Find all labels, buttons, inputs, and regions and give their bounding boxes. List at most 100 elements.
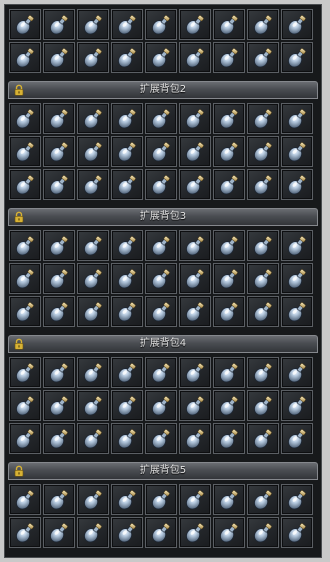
bag-header-ext4[interactable]: 扩展背包4 [8,335,318,353]
inventory-slot[interactable] [179,230,211,261]
inventory-slot[interactable] [281,357,313,388]
inventory-slot[interactable] [145,230,177,261]
inventory-slot[interactable] [9,423,41,454]
inventory-slot[interactable] [281,390,313,421]
inventory-slot[interactable] [111,42,143,73]
inventory-slot[interactable] [77,136,109,167]
inventory-slot[interactable] [247,484,279,515]
inventory-slot[interactable] [77,230,109,261]
inventory-slot[interactable] [179,169,211,200]
inventory-slot[interactable] [9,169,41,200]
inventory-slot[interactable] [111,136,143,167]
inventory-slot[interactable] [9,517,41,548]
bag-header-ext5[interactable]: 扩展背包5 [8,462,318,480]
inventory-slot[interactable] [179,484,211,515]
inventory-slot[interactable] [179,263,211,294]
inventory-slot[interactable] [281,230,313,261]
inventory-slot[interactable] [111,517,143,548]
inventory-slot[interactable] [179,517,211,548]
inventory-slot[interactable] [145,42,177,73]
inventory-slot[interactable] [9,390,41,421]
inventory-slot[interactable] [77,357,109,388]
inventory-slot[interactable] [179,296,211,327]
bag-header-ext3[interactable]: 扩展背包3 [8,208,318,226]
inventory-slot[interactable] [77,9,109,40]
inventory-slot[interactable] [111,103,143,134]
inventory-slot[interactable] [9,230,41,261]
inventory-slot[interactable] [281,296,313,327]
inventory-slot[interactable] [213,230,245,261]
inventory-slot[interactable] [111,230,143,261]
inventory-slot[interactable] [77,423,109,454]
inventory-slot[interactable] [213,136,245,167]
inventory-slot[interactable] [145,263,177,294]
inventory-slot[interactable] [179,103,211,134]
inventory-slot[interactable] [281,42,313,73]
inventory-slot[interactable] [179,357,211,388]
inventory-slot[interactable] [145,169,177,200]
inventory-slot[interactable] [281,484,313,515]
inventory-slot[interactable] [77,484,109,515]
inventory-slot[interactable] [43,169,75,200]
inventory-slot[interactable] [43,103,75,134]
inventory-slot[interactable] [247,136,279,167]
inventory-slot[interactable] [77,263,109,294]
inventory-slot[interactable] [111,484,143,515]
inventory-slot[interactable] [43,230,75,261]
inventory-slot[interactable] [43,42,75,73]
inventory-slot[interactable] [43,357,75,388]
inventory-slot[interactable] [9,484,41,515]
inventory-slot[interactable] [43,517,75,548]
inventory-slot[interactable] [213,517,245,548]
inventory-slot[interactable] [43,9,75,40]
inventory-slot[interactable] [77,390,109,421]
inventory-slot[interactable] [77,517,109,548]
inventory-slot[interactable] [179,42,211,73]
inventory-slot[interactable] [281,263,313,294]
inventory-slot[interactable] [247,9,279,40]
inventory-slot[interactable] [9,263,41,294]
inventory-slot[interactable] [43,423,75,454]
inventory-slot[interactable] [213,484,245,515]
inventory-slot[interactable] [145,423,177,454]
inventory-slot[interactable] [111,357,143,388]
inventory-slot[interactable] [145,296,177,327]
inventory-slot[interactable] [281,103,313,134]
inventory-slot[interactable] [111,9,143,40]
inventory-slot[interactable] [9,296,41,327]
inventory-slot[interactable] [247,42,279,73]
inventory-slot[interactable] [111,390,143,421]
inventory-slot[interactable] [111,169,143,200]
inventory-slot[interactable] [247,357,279,388]
inventory-slot[interactable] [145,9,177,40]
inventory-slot[interactable] [9,136,41,167]
inventory-slot[interactable] [43,390,75,421]
inventory-slot[interactable] [247,296,279,327]
inventory-slot[interactable] [111,296,143,327]
inventory-slot[interactable] [145,390,177,421]
inventory-slot[interactable] [43,263,75,294]
inventory-slot[interactable] [9,9,41,40]
bag-header-ext2[interactable]: 扩展背包2 [8,81,318,99]
inventory-slot[interactable] [247,263,279,294]
inventory-slot[interactable] [281,9,313,40]
inventory-slot[interactable] [179,390,211,421]
inventory-slot[interactable] [111,263,143,294]
inventory-slot[interactable] [145,136,177,167]
inventory-slot[interactable] [9,357,41,388]
inventory-slot[interactable] [179,9,211,40]
inventory-slot[interactable] [247,103,279,134]
inventory-slot[interactable] [281,517,313,548]
inventory-slot[interactable] [145,484,177,515]
inventory-slot[interactable] [9,42,41,73]
inventory-slot[interactable] [247,517,279,548]
inventory-slot[interactable] [77,42,109,73]
inventory-slot[interactable] [111,423,143,454]
inventory-slot[interactable] [77,169,109,200]
inventory-slot[interactable] [247,230,279,261]
inventory-slot[interactable] [213,390,245,421]
inventory-slot[interactable] [43,136,75,167]
inventory-slot[interactable] [281,136,313,167]
inventory-slot[interactable] [77,103,109,134]
inventory-slot[interactable] [9,103,41,134]
